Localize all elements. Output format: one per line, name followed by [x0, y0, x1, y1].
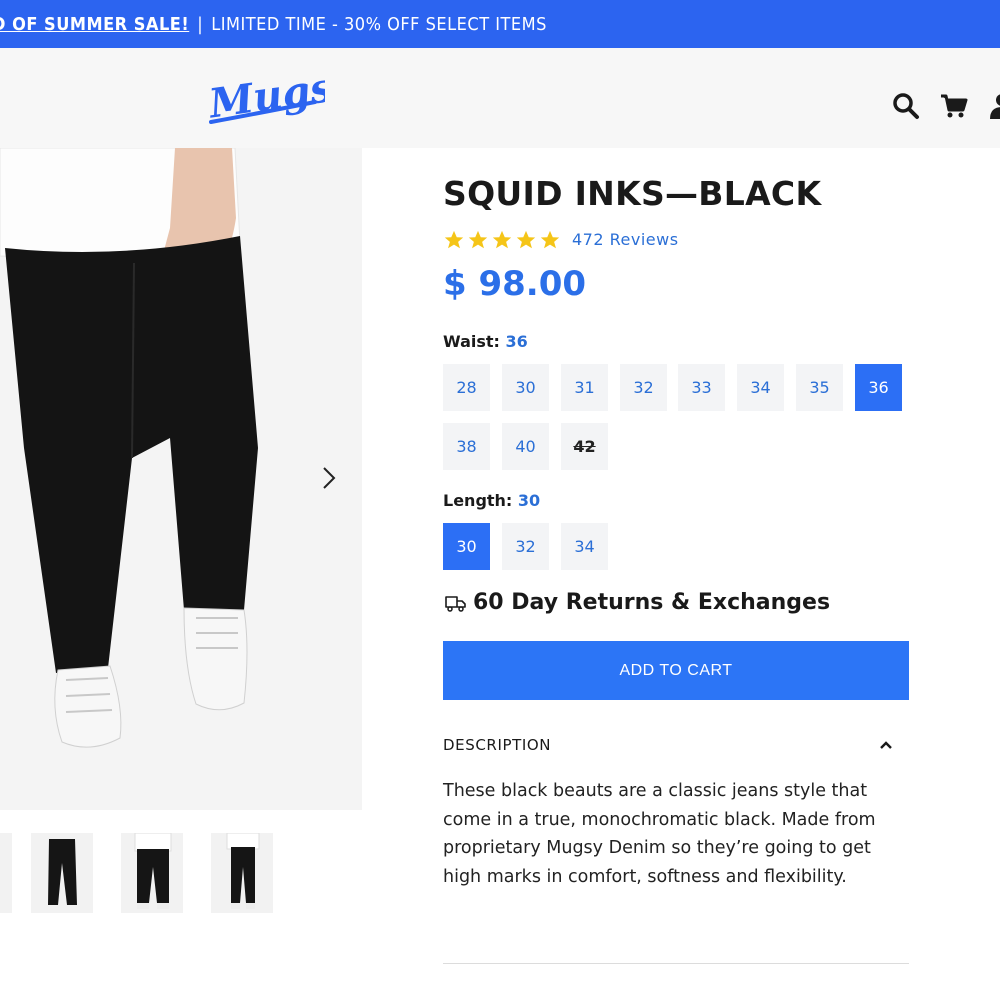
waist-option[interactable]: 28 — [443, 364, 490, 411]
promo-separator: | — [197, 13, 204, 35]
length-label-text: Length: — [443, 491, 513, 510]
returns-label: 60 Day Returns & Exchanges — [473, 590, 831, 615]
thumb-model-back-icon — [226, 832, 260, 909]
length-label: Length: 30 — [443, 491, 540, 510]
waist-option[interactable]: 34 — [737, 364, 784, 411]
thumbnail-partial[interactable] — [0, 833, 12, 913]
description-body: These black beauts are a classic jeans s… — [443, 781, 876, 887]
star-icon — [516, 230, 536, 249]
thumbnail-flat[interactable] — [31, 833, 93, 913]
waist-selected-value: 36 — [505, 332, 528, 351]
model-photo — [0, 148, 258, 748]
search-icon[interactable] — [892, 92, 920, 120]
user-icon[interactable] — [988, 92, 1000, 120]
waist-label-text: Waist: — [443, 332, 500, 351]
waist-option[interactable]: 31 — [561, 364, 608, 411]
length-option[interactable]: 34 — [561, 523, 608, 570]
star-icon — [444, 230, 464, 249]
product-main-image[interactable] — [0, 148, 362, 810]
waist-option[interactable]: 38 — [443, 423, 490, 470]
length-option-selected[interactable]: 30 — [443, 523, 490, 570]
star-icon — [492, 230, 512, 249]
chevron-right-icon[interactable] — [318, 464, 340, 492]
star-icon — [468, 230, 488, 249]
site-header: Mugsy — [0, 48, 1000, 148]
description-heading: DESCRIPTION — [443, 736, 552, 754]
promo-detail: LIMITED TIME - 30% OFF SELECT ITEMS — [211, 13, 547, 35]
description-toggle[interactable]: DESCRIPTION — [443, 736, 909, 754]
promo-banner[interactable]: D OF SUMMER SALE! | LIMITED TIME - 30% O… — [0, 0, 1000, 48]
thumbnail-back[interactable] — [211, 832, 273, 913]
waist-option[interactable]: 33 — [678, 364, 725, 411]
returns-policy: 60 Day Returns & Exchanges — [443, 590, 830, 615]
waist-option[interactable]: 30 — [502, 364, 549, 411]
waist-option[interactable]: 40 — [502, 423, 549, 470]
thumb-model-front-icon — [134, 832, 172, 909]
waist-option-selected[interactable]: 36 — [855, 364, 902, 411]
reviews-link[interactable]: 472 Reviews — [572, 230, 679, 249]
waist-label: Waist: 36 — [443, 332, 528, 351]
mugsy-logo[interactable]: Mugsy — [205, 62, 325, 132]
waist-option[interactable]: 35 — [796, 364, 843, 411]
waist-option[interactable]: 32 — [620, 364, 667, 411]
add-to-cart-button[interactable]: ADD TO CART — [443, 641, 909, 700]
product-price: $ 98.00 — [443, 264, 587, 304]
length-option[interactable]: 32 — [502, 523, 549, 570]
star-rating[interactable] — [443, 229, 561, 251]
product-title: SQUID INKS—BLACK — [443, 174, 822, 213]
thumb-pants-flat-icon — [48, 839, 77, 905]
cart-icon[interactable] — [940, 92, 968, 120]
star-icon — [540, 230, 560, 249]
length-selected-value: 30 — [517, 491, 541, 510]
chevron-up-icon[interactable] — [879, 740, 893, 750]
promo-sale-link[interactable]: D OF SUMMER SALE! — [0, 14, 189, 35]
section-divider — [443, 963, 909, 964]
delivery-truck-icon — [445, 595, 466, 612]
waist-option-unavailable[interactable]: 42 — [561, 423, 608, 470]
thumbnail-front[interactable] — [121, 832, 183, 913]
